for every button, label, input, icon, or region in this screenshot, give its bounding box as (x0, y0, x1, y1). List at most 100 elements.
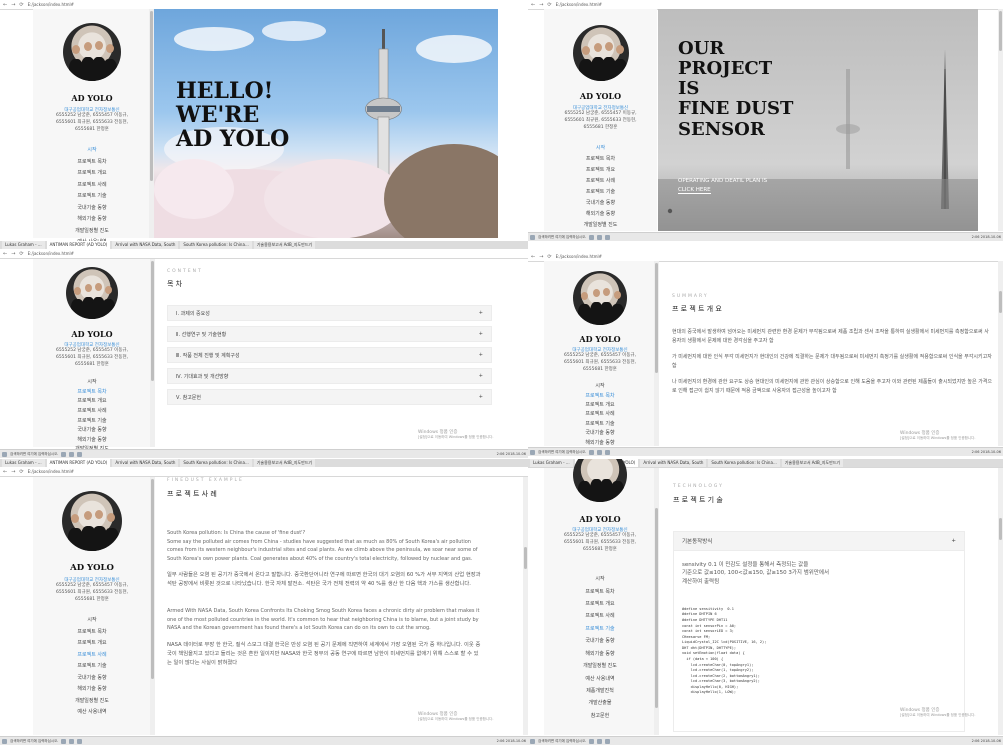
accordion-item-basic-operation[interactable]: 기본동작방식 + (673, 531, 965, 551)
browser-tab[interactable]: Arrival with NASA Data, South (112, 459, 179, 467)
app-icon[interactable] (77, 738, 83, 744)
reload-icon[interactable]: ⟳ (19, 2, 23, 8)
app-icon[interactable] (605, 449, 611, 455)
nav-item-overview[interactable]: 프로젝트 개요 (33, 168, 151, 180)
nav-item-technology[interactable]: 프로젝트 기술 (33, 417, 151, 427)
sidebar-scrollbar[interactable] (654, 468, 659, 735)
page-scrollbar[interactable] (998, 9, 1003, 231)
forward-icon[interactable]: → (539, 2, 543, 8)
address-bar[interactable]: ← → ⟳ E:/jackson/index.html# (0, 249, 528, 258)
address-bar[interactable]: ← → ⟳ E:/jackson/index.html# (0, 467, 528, 476)
nav-item-domestic[interactable]: 국내기술 동향 (544, 198, 657, 209)
app-icon[interactable] (69, 451, 75, 457)
app-icon[interactable] (589, 449, 595, 455)
app-icon[interactable] (597, 738, 603, 744)
plus-icon[interactable]: + (479, 373, 483, 379)
nav-item-schedule[interactable]: 개발일정별 진도 (33, 226, 151, 238)
app-icon[interactable] (77, 451, 83, 457)
browser-tab[interactable]: South Korea pollution: Is China... (708, 459, 780, 467)
accordion-item[interactable]: Ⅳ. 기대효과 및 개선방향 + (167, 368, 492, 384)
nav-item-contents[interactable]: 프로젝트 목차 (33, 627, 151, 639)
nav-item-start[interactable]: 시작 (33, 145, 151, 157)
sidebar-scrollbar[interactable] (150, 477, 155, 735)
nav-item-start[interactable]: 시작 (544, 573, 656, 585)
app-icon[interactable] (69, 738, 75, 744)
plus-icon[interactable]: + (479, 310, 483, 316)
reload-icon[interactable]: ⟳ (547, 2, 551, 8)
back-icon[interactable]: ← (531, 254, 535, 260)
back-icon[interactable]: ← (3, 2, 7, 8)
taskbar-search[interactable]: 검색하려면 여기에 입력하십시오. (10, 739, 58, 744)
taskbar-search[interactable]: 검색하려면 여기에 입력하십시오. (538, 235, 586, 240)
nav-item-overview[interactable]: 프로젝트 개요 (544, 401, 656, 410)
reload-icon[interactable]: ⟳ (547, 254, 551, 260)
back-icon[interactable]: ← (531, 2, 535, 8)
browser-tab[interactable]: Lukas Graham - ... (2, 459, 45, 467)
nav-item-schedule[interactable]: 개발일정별 진도 (33, 696, 151, 708)
nav-item-domestic[interactable]: 국내기술 동향 (33, 426, 151, 436)
nav-item-overview[interactable]: 프로젝트 개요 (33, 638, 151, 650)
browser-tab[interactable]: Lukas Graham - ... (530, 459, 573, 467)
nav-item-contents[interactable]: 프로젝트 목차 (33, 157, 151, 169)
nav-item-contents[interactable]: 프로젝트 목차 (33, 388, 151, 398)
forward-icon[interactable]: → (539, 254, 543, 260)
browser-tab[interactable]: South Korea pollution: Is China... (180, 241, 252, 249)
nav-item-overseas[interactable]: 해외기술 동향 (544, 209, 657, 220)
nav-item-examples[interactable]: 프로젝트 사례 (33, 407, 151, 417)
nav-item-start[interactable]: 시작 (544, 382, 656, 391)
accordion-item[interactable]: Ⅲ. 작품 전체 진행 및 계획구성 + (167, 347, 492, 363)
nav-item-examples[interactable]: 프로젝트 사례 (33, 650, 151, 662)
nav-item-overview[interactable]: 프로젝트 개요 (33, 397, 151, 407)
app-icon[interactable] (597, 234, 603, 240)
reload-icon[interactable]: ⟳ (19, 251, 23, 257)
browser-tab[interactable]: 기술용용보고서 AdB_지도만드기 (253, 241, 316, 249)
nav-item-technology[interactable]: 프로젝트 기술 (544, 623, 656, 635)
address-url[interactable]: E:/jackson/index.html# (556, 254, 602, 259)
nav-item-start[interactable]: 시작 (33, 378, 151, 388)
address-bar[interactable]: ← → ⟳ E:/jackson/index.html# (528, 252, 1003, 261)
plus-icon[interactable]: + (479, 331, 483, 337)
nav-item-contents[interactable]: 프로젝트 목차 (544, 586, 656, 598)
reload-icon[interactable]: ⟳ (19, 469, 23, 475)
accordion-item[interactable]: Ⅴ. 참고문헌 + (167, 389, 492, 405)
app-icon[interactable] (61, 738, 67, 744)
nav-item-deliverables[interactable]: 개발산출물 (544, 697, 656, 709)
nav-item-overseas[interactable]: 해외기술 동향 (33, 214, 151, 226)
nav-item-budget[interactable]: 예산 사용내역 (544, 673, 656, 685)
app-icon[interactable] (605, 738, 611, 744)
nav-item-technology[interactable]: 프로젝트 기술 (33, 661, 151, 673)
browser-tab[interactable]: South Korea pollution: Is China... (180, 459, 252, 467)
app-icon[interactable] (597, 449, 603, 455)
browser-tab[interactable]: Arrival with NASA Data, South (112, 241, 179, 249)
address-url[interactable]: E:/jackson/index.html# (556, 2, 602, 7)
app-icon[interactable] (589, 234, 595, 240)
plus-icon[interactable]: + (479, 352, 483, 358)
nav-item-start[interactable]: 시작 (33, 615, 151, 627)
address-bar[interactable]: ← → ⟳ E:/jackson/index.html# (0, 0, 498, 9)
sidebar-scrollbar[interactable] (654, 261, 659, 446)
plus-icon[interactable]: + (951, 538, 956, 544)
browser-tab[interactable]: Arrival with NASA Data, South (640, 459, 707, 467)
nav-item-examples[interactable]: 프로젝트 사례 (544, 610, 656, 622)
forward-icon[interactable]: → (11, 2, 15, 8)
nav-item-overview[interactable]: 프로젝트 개요 (544, 598, 656, 610)
browser-tab[interactable]: ANTIMAN REPORT (AD YOLO) (46, 241, 111, 249)
forward-icon[interactable]: → (11, 251, 15, 257)
click-here-link[interactable]: CLICK HERE (678, 187, 711, 194)
nav-item-schedule[interactable]: 개발일정별 진도 (544, 220, 657, 231)
nav-item-examples[interactable]: 프로젝트 사례 (544, 176, 657, 187)
address-url[interactable]: E:/jackson/index.html# (28, 251, 74, 256)
nav-item-technology[interactable]: 프로젝트 기술 (544, 420, 656, 429)
nav-item-technology[interactable]: 프로젝트 기술 (544, 187, 657, 198)
nav-item-overseas[interactable]: 해외기술 동향 (33, 684, 151, 696)
start-icon[interactable] (530, 449, 535, 455)
sidebar-scrollbar[interactable] (150, 259, 155, 447)
browser-tab[interactable]: 기술용용보고서 AdB_지도만드기 (781, 459, 844, 467)
nav-item-overseas[interactable]: 해외기술 동향 (544, 648, 656, 660)
address-url[interactable]: E:/jackson/index.html# (28, 2, 74, 7)
start-icon[interactable] (530, 234, 535, 240)
nav-item-domestic[interactable]: 국내기술 동향 (33, 673, 151, 685)
nav-item-start[interactable]: 시작 (544, 143, 657, 154)
start-icon[interactable] (530, 738, 535, 744)
nav-item-technology[interactable]: 프로젝트 기술 (33, 191, 151, 203)
